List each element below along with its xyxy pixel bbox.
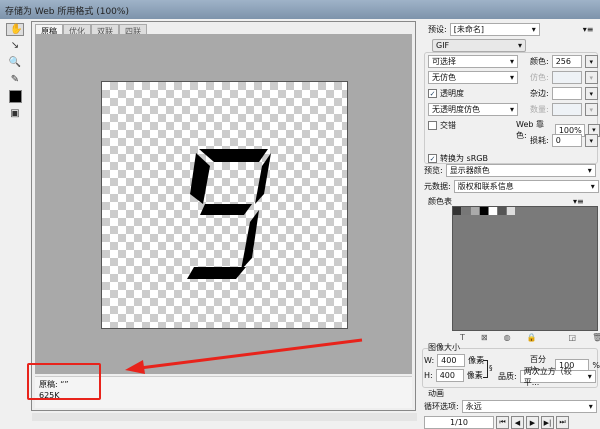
lock-icon[interactable]: 🔒 (527, 333, 537, 342)
color-reduction-select[interactable]: 可选择 (428, 55, 518, 68)
srgb-label: 转换为 sRGB (440, 154, 488, 163)
dither-amount-label: 仿色: (530, 73, 549, 82)
lossy-label: 损耗: (530, 136, 549, 145)
quality-label: 品质: (498, 372, 517, 381)
color-table-menu-icon[interactable]: ▾≡ (573, 197, 584, 206)
width-label: W: (424, 356, 435, 365)
preview-value: 显示器颜色 (449, 166, 490, 175)
trans-dither-value: 无透明度仿色 (432, 105, 480, 114)
matte-dropdown-icon[interactable]: ▾ (584, 87, 598, 100)
srgb-checkbox[interactable]: ✓ (428, 154, 437, 163)
color-swatch[interactable] (489, 207, 497, 215)
link-icon[interactable]: § (489, 364, 493, 372)
transparency-checkbox[interactable]: ✓ (428, 89, 437, 98)
quality-select[interactable]: 两次立方（较平... (519, 367, 596, 387)
lossy-value: 0 (555, 136, 561, 145)
preset-value: [未命名] (453, 25, 484, 34)
new-color-icon[interactable]: ◲ (569, 333, 577, 342)
reduction-value: 可选择 (432, 57, 456, 66)
color-swatch[interactable] (498, 207, 506, 215)
colors-input[interactable]: 256 (551, 55, 582, 68)
preset-select[interactable]: [未命名] (449, 23, 540, 36)
amount-input[interactable] (551, 103, 582, 116)
lossy-dropdown-icon[interactable]: ▾ (584, 134, 598, 147)
web-snap-icon[interactable]: ◍ (504, 333, 511, 342)
matte-input[interactable] (551, 87, 582, 100)
bottom-status-bar (32, 413, 417, 421)
height-unit: 像素 (466, 371, 483, 380)
prev-frame-icon[interactable]: ◀ (511, 416, 524, 429)
format-value: GIF (436, 41, 450, 50)
preset-label: 预设: (428, 25, 447, 34)
color-table-title: 颜色表 (428, 197, 452, 206)
color-swatch[interactable] (471, 207, 479, 215)
dither-value: 无仿色 (432, 73, 456, 82)
colors-value: 256 (555, 57, 571, 66)
frame-value: 1/10 (450, 418, 468, 427)
width-unit: 像素 (468, 356, 485, 365)
delete-color-icon[interactable]: 🗑 (592, 333, 600, 342)
metadata-select[interactable]: 版权和联系信息 (453, 180, 599, 193)
width-value: 400 (441, 356, 457, 365)
percent-unit: % (592, 360, 600, 370)
color-swatch[interactable] (453, 207, 461, 215)
play-icon[interactable]: ▶ (526, 416, 539, 429)
constrain-bracket (483, 360, 488, 378)
transparency-dither-select[interactable]: 无透明度仿色 (428, 103, 518, 116)
format-select[interactable]: GIF (432, 39, 526, 52)
interlaced-label: 交错 (440, 121, 456, 130)
height-input[interactable]: 400 (435, 369, 464, 382)
lossy-input[interactable]: 0 (551, 134, 582, 147)
amount-label: 数量: (530, 105, 549, 114)
colors-dropdown-icon[interactable]: ▾ (584, 55, 598, 68)
web-shift-icon[interactable]: ⊠ (481, 333, 488, 342)
loop-select[interactable]: 永远 (461, 400, 597, 413)
frame-counter: 1/10 (424, 416, 494, 429)
height-label: H: (424, 371, 433, 380)
preview-select[interactable]: 显示器颜色 (445, 164, 596, 177)
amount-dropdown-icon[interactable]: ▾ (584, 103, 598, 116)
height-value: 400 (439, 371, 455, 380)
image-size-title: 图像大小 (428, 343, 460, 352)
colors-label: 颜色: (530, 57, 549, 66)
loop-value: 永远 (465, 402, 482, 411)
color-swatch[interactable] (462, 207, 470, 215)
interlaced-checkbox[interactable] (428, 121, 437, 130)
dither-amount-input[interactable] (551, 71, 582, 84)
settings-panel: 预设: [未命名] ▾≡ GIF 可选择 无仿色 ✓透明度 无透明度仿色 交错 … (420, 20, 600, 429)
metadata-label: 元数据: (424, 182, 451, 191)
color-table (452, 206, 598, 331)
dither-amount-dropdown-icon[interactable]: ▾ (584, 71, 598, 84)
color-swatch[interactable] (480, 207, 488, 215)
last-frame-icon[interactable]: ⏭ (556, 416, 569, 429)
matte-label: 杂边: (530, 89, 549, 98)
quality-value: 两次立方（较平... (523, 366, 572, 387)
first-frame-icon[interactable]: ⏮ (496, 416, 509, 429)
loop-label: 循环选项: (424, 402, 459, 411)
metadata-value: 版权和联系信息 (457, 182, 514, 191)
animation-title: 动画 (428, 389, 444, 398)
text-icon[interactable]: T (460, 333, 465, 342)
transparency-label: 透明度 (440, 89, 464, 98)
dither-select[interactable]: 无仿色 (428, 71, 518, 84)
panel-menu-icon[interactable]: ▾≡ (583, 25, 594, 34)
width-input[interactable]: 400 (437, 354, 466, 367)
preview-label: 预览: (424, 166, 443, 175)
next-frame-icon[interactable]: ▶| (541, 416, 554, 429)
color-swatch[interactable] (507, 207, 515, 215)
